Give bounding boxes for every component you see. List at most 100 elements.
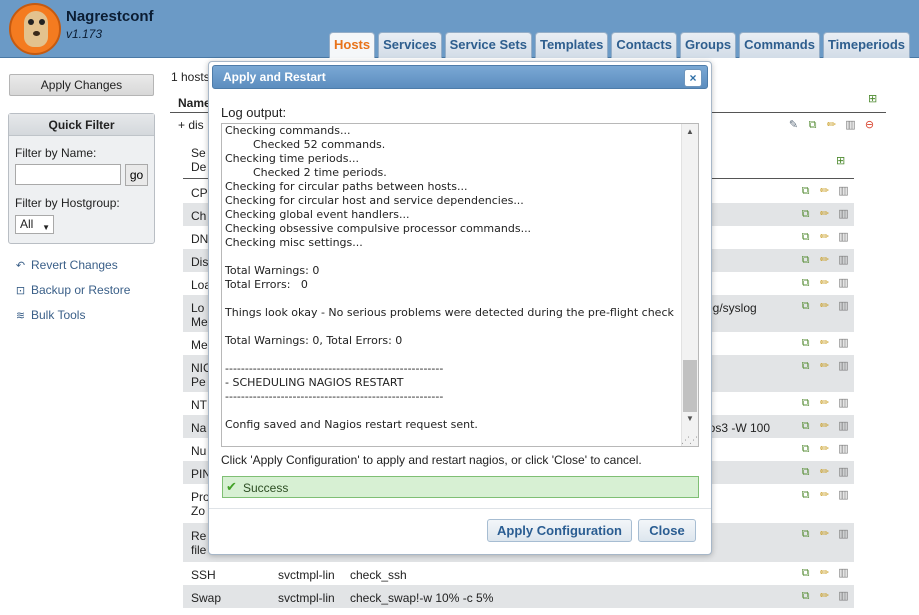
clone-icon[interactable]: ⧉ <box>799 185 812 198</box>
trash-icon[interactable]: ▥ <box>837 254 850 267</box>
pencil-icon[interactable]: ✏ <box>818 185 831 198</box>
hostgroup-select[interactable]: All ▼ <box>15 215 54 234</box>
pencil-icon[interactable]: ✏ <box>818 590 831 603</box>
apply-changes-button[interactable]: Apply Changes <box>9 74 154 96</box>
trash-icon[interactable]: ▥ <box>837 208 850 221</box>
clone-icon[interactable]: ⧉ <box>799 567 812 580</box>
trash-icon[interactable]: ▥ <box>837 466 850 479</box>
clone-icon[interactable]: ⧉ <box>799 489 812 502</box>
row-service: Na <box>191 421 207 435</box>
bulk-tools-link[interactable]: ≋ Bulk Tools <box>14 308 86 322</box>
clone-icon[interactable]: ⧉ <box>799 360 812 373</box>
tab-hosts[interactable]: Hosts <box>329 32 376 58</box>
trash-icon[interactable]: ▥ <box>837 489 850 502</box>
quick-filter-panel: Quick Filter Filter by Name: go Filter b… <box>8 113 155 244</box>
add-service-icon[interactable]: ⊞ <box>836 154 845 167</box>
row-command-args: ios3 -W 100 <box>706 421 771 435</box>
pencil-icon[interactable]: ✏ <box>818 277 831 290</box>
chevron-down-icon: ▼ <box>42 223 50 232</box>
pencil-icon[interactable]: ✏ <box>818 420 831 433</box>
dialog-titlebar[interactable]: Apply and Restart × <box>212 65 708 89</box>
clone-icon[interactable]: ⧉ <box>799 231 812 244</box>
trash-icon[interactable]: ▥ <box>837 360 850 373</box>
pencil-icon[interactable]: ✏ <box>825 119 838 132</box>
clone-icon[interactable]: ⧉ <box>799 397 812 410</box>
clone-icon[interactable]: ⧉ <box>799 528 812 541</box>
row-service: CP <box>191 186 208 200</box>
clone-icon[interactable]: ⧉ <box>799 208 812 221</box>
row-service: Dis <box>191 255 209 269</box>
apply-configuration-button[interactable]: Apply Configuration <box>487 519 632 542</box>
pencil-icon[interactable]: ✏ <box>818 528 831 541</box>
clone-icon[interactable]: ⧉ <box>799 337 812 350</box>
row-service: Ch <box>191 209 207 223</box>
checkmark-icon: ✔ <box>226 479 237 494</box>
trash-icon[interactable]: ▥ <box>837 231 850 244</box>
dialog-divider <box>209 508 711 509</box>
pencil-icon[interactable]: ✏ <box>818 300 831 313</box>
disable-icon[interactable]: ⊖ <box>863 119 876 132</box>
filter-go-button[interactable]: go <box>125 164 148 186</box>
trash-icon[interactable]: ▥ <box>837 528 850 541</box>
trash-icon[interactable]: ▥ <box>837 443 850 456</box>
clone-icon[interactable]: ⧉ <box>799 443 812 456</box>
clone-icon[interactable]: ⧉ <box>799 300 812 313</box>
tab-service-sets[interactable]: Service Sets <box>444 32 532 58</box>
pencil-icon[interactable]: ✏ <box>818 397 831 410</box>
tab-commands[interactable]: Commands <box>739 32 820 58</box>
pencil-icon[interactable]: ✏ <box>818 567 831 580</box>
trash-icon[interactable]: ▥ <box>837 277 850 290</box>
trash-icon[interactable]: ▥ <box>844 119 857 132</box>
tab-contacts[interactable]: Contacts <box>611 32 677 58</box>
pencil-icon[interactable]: ✏ <box>818 489 831 502</box>
scroll-down-icon[interactable]: ▼ <box>682 412 698 426</box>
clone-icon[interactable]: ⧉ <box>799 277 812 290</box>
trash-icon[interactable]: ▥ <box>837 300 850 313</box>
trash-icon[interactable]: ▥ <box>837 420 850 433</box>
add-host-icon[interactable]: ⊞ <box>868 92 877 105</box>
trash-icon[interactable]: ▥ <box>837 590 850 603</box>
trash-icon[interactable]: ▥ <box>837 185 850 198</box>
wrench-icon[interactable]: ✎ <box>787 119 800 132</box>
tab-groups[interactable]: Groups <box>679 32 737 58</box>
table-row: SSH svctmpl-lin check_ssh ⧉ ✏ ▥ <box>183 562 854 585</box>
revert-changes-link[interactable]: ↶ Revert Changes <box>14 258 118 272</box>
backup-restore-link[interactable]: ⊡ Backup or Restore <box>14 283 131 297</box>
dialog-instructions: Click 'Apply Configuration' to apply and… <box>221 453 642 467</box>
tab-templates[interactable]: Templates <box>534 32 609 58</box>
trash-icon[interactable]: ▥ <box>837 337 850 350</box>
scroll-up-icon[interactable]: ▲ <box>682 125 698 139</box>
host-actions: ✎ ⧉ ✏ ▥ ⊖ <box>787 119 876 132</box>
close-button[interactable]: Close <box>638 519 696 542</box>
clone-icon[interactable]: ⧉ <box>799 420 812 433</box>
tab-timeperiods[interactable]: Timeperiods <box>822 32 911 58</box>
log-output-textarea[interactable]: Checking commands... Checked 52 commands… <box>221 123 699 447</box>
clone-icon[interactable]: ⧉ <box>799 254 812 267</box>
trash-icon[interactable]: ▥ <box>837 397 850 410</box>
filter-by-name-label: Filter by Name: <box>15 146 97 160</box>
clone-icon[interactable]: ⧉ <box>799 590 812 603</box>
scrollbar-thumb[interactable] <box>683 360 697 412</box>
clone-icon[interactable]: ⧉ <box>806 119 819 132</box>
log-scrollbar[interactable]: ▲ ▼ <box>681 124 698 446</box>
row-service: Me <box>191 338 208 352</box>
host-row-label[interactable]: + dis <box>178 118 204 132</box>
pencil-icon[interactable]: ✏ <box>818 466 831 479</box>
row-template: svctmpl-lin <box>278 591 335 605</box>
pencil-icon[interactable]: ✏ <box>818 254 831 267</box>
filter-by-name-input[interactable] <box>15 164 121 185</box>
trash-icon[interactable]: ▥ <box>837 567 850 580</box>
row-service: Nu <box>191 444 207 458</box>
pencil-icon[interactable]: ✏ <box>818 443 831 456</box>
pencil-icon[interactable]: ✏ <box>818 337 831 350</box>
row-command: check_ssh <box>350 568 407 582</box>
pencil-icon[interactable]: ✏ <box>818 360 831 373</box>
clone-icon[interactable]: ⧉ <box>799 466 812 479</box>
row-template: svctmpl-lin <box>278 568 335 582</box>
tab-services[interactable]: Services <box>378 32 442 58</box>
close-icon[interactable]: × <box>684 69 702 87</box>
app-title: Nagrestconf <box>66 8 154 25</box>
pencil-icon[interactable]: ✏ <box>818 208 831 221</box>
resize-grip-icon[interactable]: ⋰⋰ <box>681 435 698 446</box>
pencil-icon[interactable]: ✏ <box>818 231 831 244</box>
